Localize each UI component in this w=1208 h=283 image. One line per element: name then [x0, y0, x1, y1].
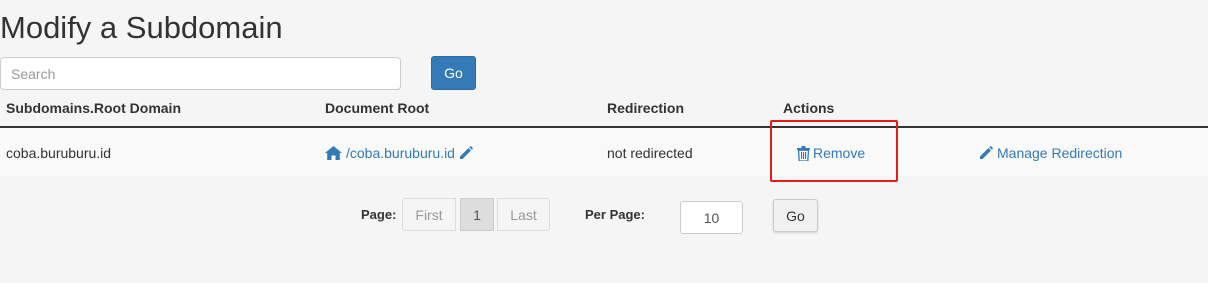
redirection-cell: not redirected	[607, 145, 693, 161]
search-go-button[interactable]: Go	[431, 56, 476, 90]
first-page-button[interactable]: First	[402, 198, 456, 231]
search-input[interactable]	[0, 57, 401, 90]
column-header-document-root[interactable]: Document Root	[325, 100, 429, 116]
document-root-cell: /coba.buruburu.id	[325, 145, 473, 161]
page-title: Modify a Subdomain	[0, 10, 283, 45]
page-label: Page:	[361, 207, 397, 222]
column-header-subdomain[interactable]: Subdomains.Root Domain	[6, 100, 181, 116]
manage-redirection-action[interactable]: Manage Redirection	[979, 145, 1122, 161]
home-icon[interactable]	[325, 146, 342, 160]
document-root-link[interactable]: /coba.buruburu.id	[346, 145, 455, 161]
pencil-icon	[979, 146, 993, 160]
last-page-button[interactable]: Last	[497, 198, 550, 231]
column-header-actions: Actions	[783, 100, 835, 116]
remove-highlight-box	[770, 120, 898, 182]
manage-redirection-link[interactable]: Manage Redirection	[997, 145, 1122, 161]
pencil-icon[interactable]	[459, 146, 473, 160]
subdomain-cell: coba.buruburu.id	[6, 145, 112, 161]
per-page-select[interactable]: 10	[680, 201, 743, 234]
per-page-label: Per Page:	[585, 207, 645, 222]
current-page-button[interactable]: 1	[460, 198, 494, 231]
column-header-redirection[interactable]: Redirection	[607, 100, 684, 116]
per-page-go-button[interactable]: Go	[773, 199, 818, 232]
